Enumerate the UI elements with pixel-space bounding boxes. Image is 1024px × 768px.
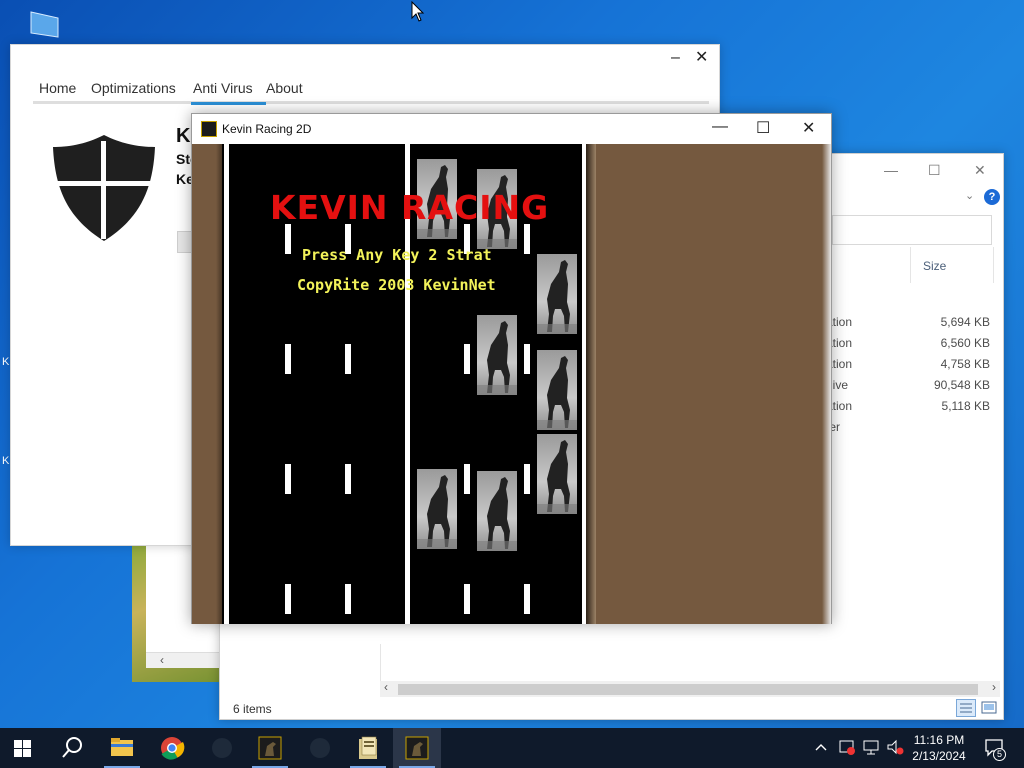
copyright-text: CopyRite 2003 KevinNet: [297, 276, 496, 294]
window-title: Kevin Racing 2D: [222, 122, 312, 136]
horse-sprite: [537, 350, 577, 430]
chevron-down-icon[interactable]: ⌄: [965, 189, 974, 202]
clock-date[interactable]: 2/13/2024: [900, 749, 978, 763]
tab-anti-virus[interactable]: Anti Virus: [193, 80, 253, 96]
active-tab-indicator: [191, 102, 266, 105]
desktop-icon-recycle[interactable]: [28, 10, 62, 40]
lane-dash: [524, 464, 530, 494]
taskbar-app-dark[interactable]: [198, 728, 246, 768]
lane-dash: [464, 464, 470, 494]
lane-dash: [524, 584, 530, 614]
lane-dash: [285, 464, 291, 494]
horse-sprite: [477, 315, 517, 395]
mouse-cursor-icon: [411, 1, 425, 22]
list-item[interactable]: cation 4,758 KB: [820, 354, 990, 375]
notification-count-badge: 5: [993, 748, 1006, 761]
close-button[interactable]: ✕: [695, 47, 708, 67]
maximize-button[interactable]: ☐: [756, 118, 770, 138]
game-title-text: KEVIN RACING: [270, 188, 550, 227]
horse-app-icon: [201, 121, 217, 137]
windows-logo-icon: [14, 740, 31, 757]
lane-dash: [285, 224, 291, 254]
network-icon[interactable]: [862, 738, 880, 756]
tab-about[interactable]: About: [266, 80, 303, 96]
minimize-button[interactable]: —: [712, 118, 728, 136]
game-canvas[interactable]: KEVIN RACING Press Any Key 2 Strat CopyR…: [192, 144, 831, 624]
large-icons-view-icon[interactable]: [979, 699, 999, 717]
road-edge-line: [224, 144, 229, 624]
app-icon: [310, 738, 330, 758]
desktop-label-fragment: K: [2, 356, 10, 368]
help-icon[interactable]: ?: [984, 189, 1000, 205]
list-item[interactable]: chive 90,548 KB: [820, 375, 990, 396]
lane-dash: [345, 584, 351, 614]
taskbar-app-dark-2[interactable]: [296, 728, 344, 768]
taskbar-file-explorer[interactable]: [98, 728, 146, 768]
maximize-button[interactable]: ☐: [928, 162, 941, 179]
title-bar[interactable]: Kevin Racing 2D — ☐ ✕: [192, 114, 831, 144]
horse-sprite: [537, 434, 577, 514]
shield-icon: [49, 133, 159, 243]
lane-dash: [524, 224, 530, 254]
close-button[interactable]: ✕: [802, 118, 815, 138]
list-item[interactable]: lder: [820, 417, 990, 438]
start-button[interactable]: [0, 728, 48, 768]
scroll-left-icon[interactable]: ‹: [160, 653, 164, 667]
details-view-icon[interactable]: [956, 699, 976, 717]
search-button[interactable]: [48, 728, 96, 768]
tab-optimizations[interactable]: Optimizations: [91, 80, 176, 96]
lane-dash: [345, 344, 351, 374]
horizontal-scrollbar[interactable]: ‹ ›: [380, 680, 1000, 697]
search-icon: [62, 737, 82, 758]
lane-dash: [285, 584, 291, 614]
pane-divider: [380, 644, 381, 684]
lane-dash: [285, 344, 291, 374]
taskbar-kevin-racing[interactable]: [246, 728, 294, 768]
taskbar-installer[interactable]: [344, 728, 392, 768]
nav-bar: Home Optimizations Anti Virus About: [33, 80, 709, 104]
close-button[interactable]: ✕: [974, 162, 986, 179]
horse-sprite: [477, 471, 517, 551]
folder-icon: [111, 738, 133, 756]
installer-icon: [359, 736, 377, 759]
list-item[interactable]: cation 5,118 KB: [820, 396, 990, 417]
lane-dash: [524, 344, 530, 374]
search-input[interactable]: [832, 215, 992, 245]
lane-dash: [345, 464, 351, 494]
horse-sprite: [417, 469, 457, 549]
canvas-edge-shadow: [822, 144, 831, 624]
road-edge-shadow: [586, 144, 596, 624]
chevron-up-icon[interactable]: [814, 740, 828, 754]
minimize-button[interactable]: —: [884, 162, 898, 178]
press-key-text: Press Any Key 2 Strat: [302, 246, 492, 264]
app-icon: [212, 738, 232, 758]
scrollbar-thumb[interactable]: [398, 684, 978, 695]
scroll-left-icon[interactable]: ‹: [384, 680, 388, 694]
taskbar-chrome[interactable]: [148, 728, 196, 768]
lane-dash: [464, 344, 470, 374]
horse-sprite: [537, 254, 577, 334]
list-item[interactable]: cation 5,694 KB: [820, 312, 990, 333]
desktop-label-fragment: K: [2, 455, 10, 467]
lane-dash: [464, 584, 470, 614]
clock-time[interactable]: 11:16 PM: [900, 733, 978, 747]
horse-app-icon: [405, 736, 429, 760]
minimize-button[interactable]: –: [671, 49, 680, 67]
taskbar: 11:16 PM 2/13/2024 5: [0, 728, 1024, 768]
kevin-racing-window[interactable]: Kevin Racing 2D — ☐ ✕ KEVIN RACING Press…: [191, 113, 832, 624]
chrome-icon: [161, 737, 185, 760]
taskbar-kevin-racing-active[interactable]: [393, 728, 441, 768]
status-bar-count: 6 items: [233, 702, 272, 716]
monitor-icon: [30, 11, 59, 38]
horse-app-icon: [258, 736, 282, 760]
security-warning-icon[interactable]: [838, 738, 856, 756]
tab-home[interactable]: Home: [39, 80, 76, 96]
column-header-size[interactable]: Size: [910, 247, 994, 283]
list-item[interactable]: cation 6,560 KB: [820, 333, 990, 354]
scroll-right-icon[interactable]: ›: [992, 680, 996, 694]
